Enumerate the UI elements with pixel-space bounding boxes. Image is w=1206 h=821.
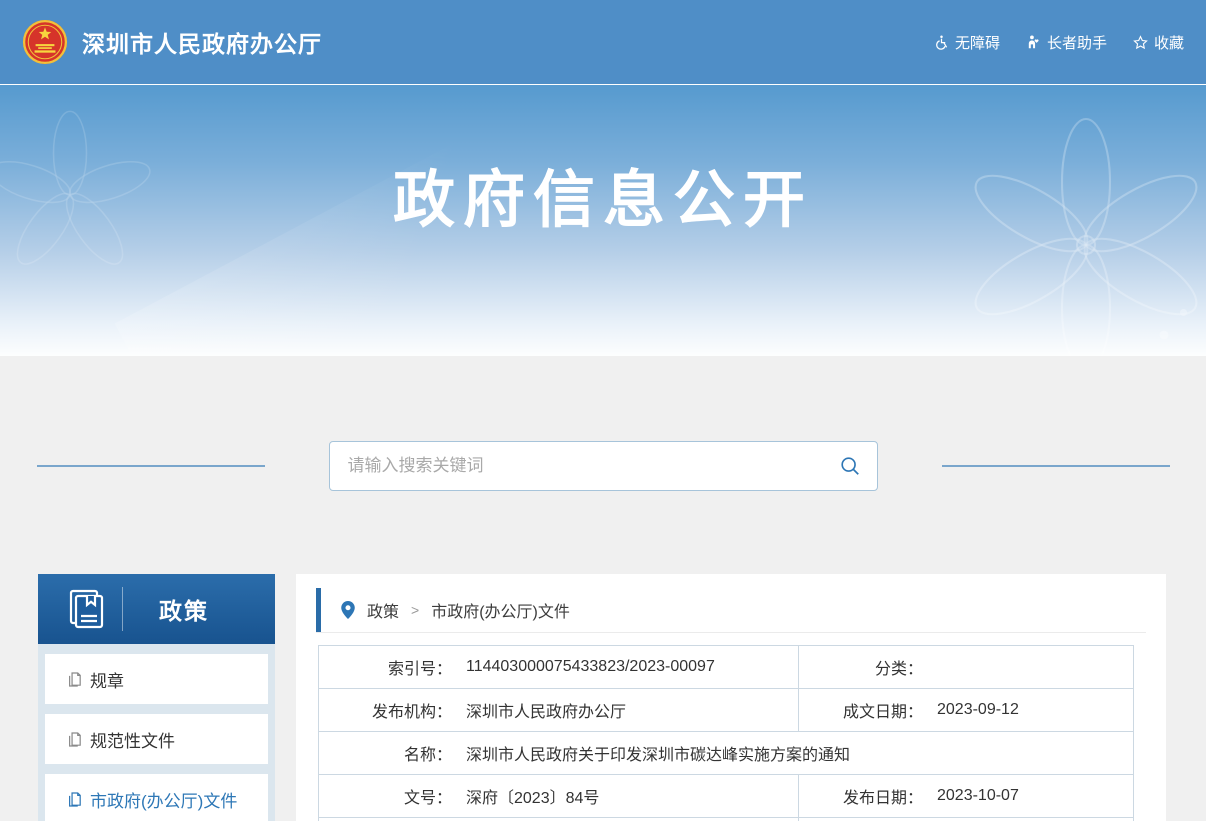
brand: 深圳市人民政府办公厅 [22,19,322,65]
field-label-issuing-agency: 发布机构： [319,698,452,722]
topbar: 深圳市人民政府办公厅 无障碍 [0,0,1206,84]
book-icon [64,587,108,631]
field-value-written-date: 2023-09-12 [937,701,1019,719]
breadcrumb-separator: > [411,602,419,618]
document-icon [68,792,81,807]
sidebar-header-policy[interactable]: 政策 [38,574,275,644]
location-pin-icon [341,601,355,619]
search-icon [839,455,861,477]
sidebar-item-regulations[interactable]: 规章 [45,654,268,704]
site-title[interactable]: 深圳市人民政府办公厅 [82,25,322,59]
sidebar-item-label: 规范性文件 [90,727,175,752]
search-section [0,441,1206,491]
favorite-link[interactable]: 收藏 [1133,32,1184,53]
field-value-document-name: 深圳市人民政府关于印发深圳市碳达峰实施方案的通知 [466,741,850,765]
page-title: 政府信息公开 [0,149,1206,239]
table-row: 文号： 深府〔2023〕84号 发布日期： 2023-10-07 [319,775,1134,818]
breadcrumb-link-policy[interactable]: 政策 [367,598,399,622]
sidebar-item-label: 规章 [90,667,124,692]
field-value-index-number: 114403000075433823/2023-00097 [466,658,715,676]
field-label-written-date: 成文日期： [799,698,923,722]
sidebar-item-label: 市政府(办公厅)文件 [90,787,237,812]
accessibility-link[interactable]: 无障碍 [934,32,1000,53]
field-label-category: 分类： [799,655,923,679]
search-input[interactable] [346,455,839,477]
field-label-publish-date: 发布日期： [799,784,923,808]
content-area: 政策 规章 [0,574,1206,821]
decorative-line-left [37,465,265,467]
document-icon [68,672,81,687]
elder-person-icon [1026,34,1041,50]
main-content: 政策 > 市政府(办公厅)文件 索引号： 114403000075433823/… [296,574,1166,821]
field-value-issuing-agency: 深圳市人民政府办公厅 [466,698,626,722]
document-icon [68,732,81,747]
doc-info-table: 索引号： 114403000075433823/2023-00097 分类： 发… [318,645,1134,821]
sidebar-header-label: 政策 [159,592,209,626]
decorative-line-right [942,465,1170,467]
field-label-document-name: 名称： [319,741,452,765]
top-link-label: 无障碍 [955,32,1000,53]
wheelchair-icon [934,34,949,50]
banner: 政府信息公开 [0,84,1206,356]
top-link-label: 长者助手 [1047,32,1107,53]
field-label-index-number: 索引号： [319,655,452,679]
star-icon [1133,35,1148,50]
table-row: 名称： 深圳市人民政府关于印发深圳市碳达峰实施方案的通知 [319,732,1134,775]
search-button[interactable] [839,455,861,477]
breadcrumb-current: 市政府(办公厅)文件 [431,598,570,622]
table-row: 索引号： 114403000075433823/2023-00097 分类： [319,646,1134,689]
page: 深圳市人民政府办公厅 无障碍 [0,0,1206,821]
sidebar: 政策 规章 [38,574,275,821]
sidebar-item-municipal-government-documents[interactable]: 市政府(办公厅)文件 [45,774,268,821]
table-row: 发布机构： 深圳市人民政府办公厅 成文日期： 2023-09-12 [319,689,1134,732]
topbar-links: 无障碍 长者助手 收藏 [934,32,1184,53]
field-value-publish-date: 2023-10-07 [937,787,1019,805]
breadcrumb: 政策 > 市政府(办公厅)文件 [316,588,1146,633]
breadcrumb-accent-bar [316,588,321,632]
table-row-partial [319,818,1134,821]
header-divider [122,587,123,631]
sidebar-item-normative-documents[interactable]: 规范性文件 [45,714,268,764]
search-box [329,441,878,491]
elder-assistant-link[interactable]: 长者助手 [1026,32,1107,53]
national-emblem-logo [22,19,68,65]
field-value-document-number: 深府〔2023〕84号 [466,784,599,808]
field-label-document-number: 文号： [319,784,452,808]
top-link-label: 收藏 [1154,32,1184,53]
